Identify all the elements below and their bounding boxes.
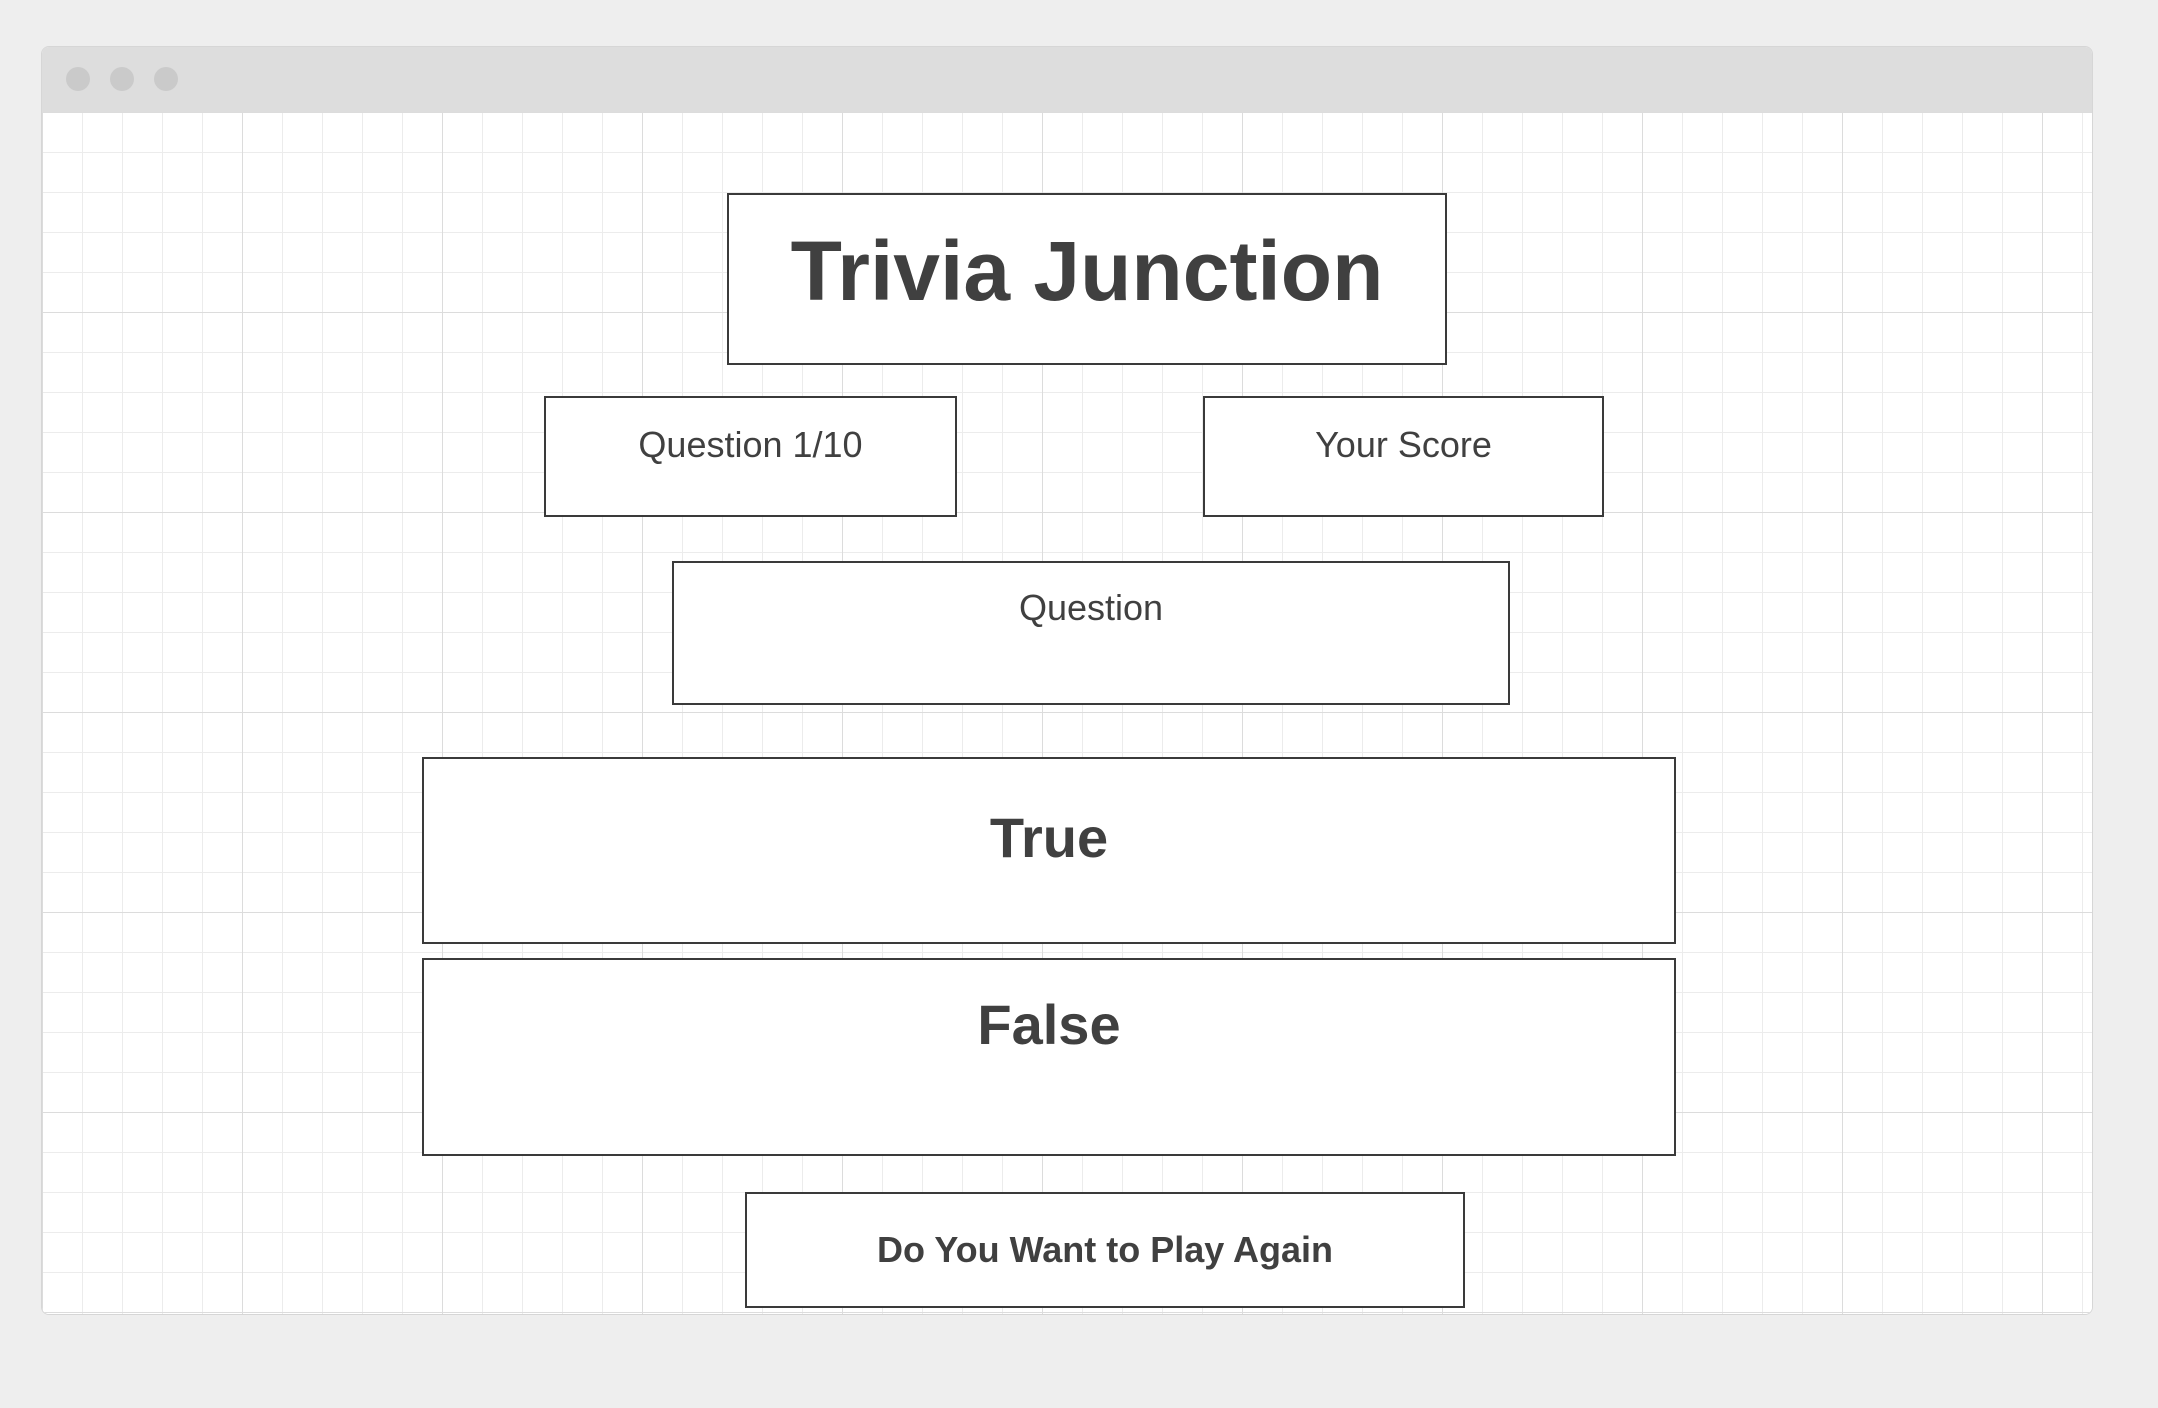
page-canvas: Trivia Junction Question 1/10 Your Score… xyxy=(42,112,2092,1314)
window-maximize-dot-icon[interactable] xyxy=(154,67,178,91)
question-box: Question xyxy=(672,561,1510,705)
app-title: Trivia Junction xyxy=(790,224,1384,318)
question-counter: Question 1/10 xyxy=(638,424,863,465)
true-answer-button[interactable]: True xyxy=(422,757,1676,944)
score-label: Your Score xyxy=(1315,424,1492,465)
play-again-label: Do You Want to Play Again xyxy=(876,1229,1333,1270)
question-text: Question xyxy=(1018,587,1164,628)
window-titlebar xyxy=(42,47,2092,112)
score-box: Your Score xyxy=(1203,396,1604,517)
question-counter-box: Question 1/10 xyxy=(544,396,957,517)
play-again-button[interactable]: Do You Want to Play Again xyxy=(745,1192,1465,1308)
false-answer-button[interactable]: False xyxy=(422,958,1676,1156)
browser-window: Trivia Junction Question 1/10 Your Score… xyxy=(41,46,2093,1315)
window-minimize-dot-icon[interactable] xyxy=(110,67,134,91)
true-answer-label: True xyxy=(989,806,1109,869)
false-answer-label: False xyxy=(977,993,1121,1056)
app-title-box: Trivia Junction xyxy=(727,193,1447,365)
window-close-dot-icon[interactable] xyxy=(66,67,90,91)
